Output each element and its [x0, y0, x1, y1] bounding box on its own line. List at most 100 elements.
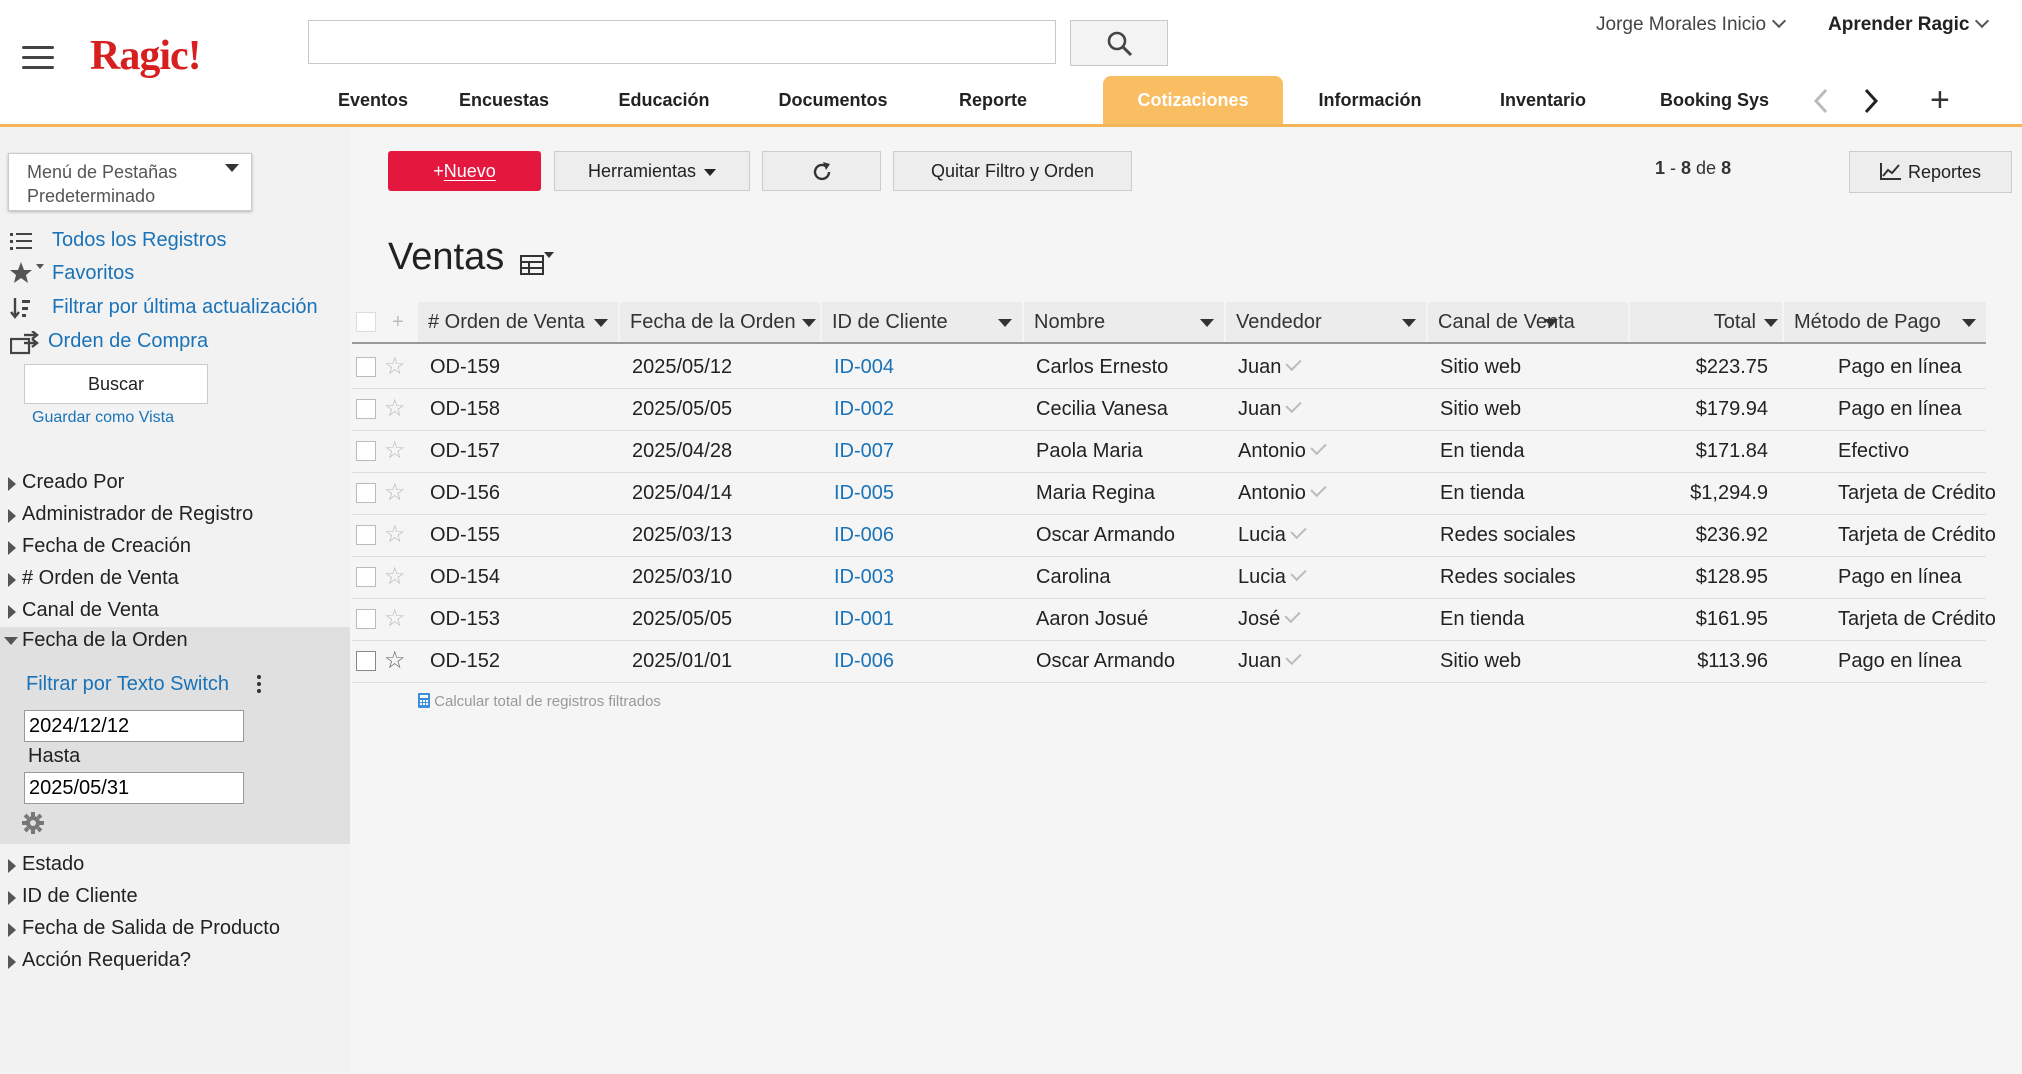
column-dropdown-icon[interactable]	[998, 319, 1012, 327]
tab-scroll-right-icon[interactable]	[1858, 86, 1882, 116]
calculate-total-link[interactable]: Calcular total de registros filtrados	[418, 693, 661, 710]
filter-fecha-creacion[interactable]: Fecha de Creación	[0, 531, 350, 563]
column-dropdown-icon[interactable]	[1764, 319, 1778, 327]
column-dropdown-icon[interactable]	[594, 319, 608, 327]
table-row[interactable]: ☆ OD-159 2025/05/12 ID-004 Carlos Ernesto Jua…	[352, 346, 1986, 389]
row-checkbox[interactable]	[356, 609, 376, 629]
favorite-star-icon[interactable]: ☆	[384, 563, 406, 591]
tab-informacion[interactable]: Información	[1300, 76, 1440, 124]
cell-id-cliente[interactable]: ID-006	[834, 640, 894, 682]
tab-scroll-left-icon[interactable]	[1810, 86, 1834, 116]
filter-funnel-icon[interactable]	[802, 319, 816, 327]
save-as-view-link[interactable]: Guardar como Vista	[32, 409, 174, 427]
tab-cotizaciones[interactable]: Cotizaciones	[1103, 76, 1283, 124]
learn-ragic-menu[interactable]: Aprender Ragic	[1828, 13, 1990, 36]
date-from-input[interactable]	[24, 710, 244, 742]
add-field-icon[interactable]: +	[392, 302, 404, 342]
add-tab-button[interactable]: +	[1930, 78, 1950, 122]
favorite-star-icon[interactable]: ☆	[384, 437, 406, 465]
filter-fecha-salida[interactable]: Fecha de Salida de Producto	[0, 913, 350, 945]
tab-eventos[interactable]: Eventos	[318, 76, 428, 124]
date-to-input[interactable]	[24, 772, 244, 804]
filter-orden-venta[interactable]: # Orden de Venta	[0, 563, 350, 595]
cell-metodo-pago-text: Pago en línea	[1838, 398, 1962, 420]
column-header-vendedor[interactable]: Vendedor	[1226, 302, 1426, 342]
cell-id-cliente[interactable]: ID-003	[834, 556, 894, 598]
favorite-star-icon[interactable]: ☆	[384, 479, 406, 507]
column-dropdown-icon[interactable]	[1962, 319, 1976, 327]
column-dropdown-icon[interactable]	[1402, 319, 1416, 327]
tab-encuestas[interactable]: Encuestas	[446, 76, 562, 124]
cell-id-cliente[interactable]: ID-005	[834, 472, 894, 514]
sidebar-item-last-update[interactable]: Filtrar por última actualización	[52, 296, 318, 319]
table-row[interactable]: ☆ OD-154 2025/03/10 ID-003 Carolina Lucia Rede…	[352, 556, 1986, 599]
search-input[interactable]	[308, 20, 1056, 64]
favorite-star-icon[interactable]: ☆	[384, 521, 406, 549]
column-header-id-cliente[interactable]: ID de Cliente	[822, 302, 1022, 342]
gear-icon[interactable]	[22, 812, 44, 839]
table-row[interactable]: ☆ OD-152 2025/01/01 ID-006 Oscar Armando Juan…	[352, 640, 1986, 683]
filter-fecha-orden[interactable]: Fecha de la Orden	[0, 625, 350, 657]
column-header-orden-venta[interactable]: # Orden de Venta	[418, 302, 618, 342]
row-checkbox[interactable]	[356, 357, 376, 377]
ragic-logo[interactable]: Ragic!	[90, 32, 202, 80]
filter-estado[interactable]: Estado	[0, 849, 350, 881]
tab-menu-select[interactable]: Menú de Pestañas Predeterminado	[8, 153, 252, 211]
search-button[interactable]	[1070, 20, 1168, 66]
cell-id-cliente[interactable]: ID-004	[834, 346, 894, 388]
table-row[interactable]: ☆ OD-158 2025/05/05 ID-002 Cecilia Vanesa Jua…	[352, 388, 1986, 431]
filter-creado-por[interactable]: Creado Por	[0, 467, 350, 499]
cell-id-cliente[interactable]: ID-007	[834, 430, 894, 472]
filter-administrador[interactable]: Administrador de Registro	[0, 499, 350, 531]
filter-id-cliente[interactable]: ID de Cliente	[0, 881, 350, 913]
sidebar-item-favorites[interactable]: Favoritos	[52, 262, 134, 285]
row-checkbox[interactable]	[356, 441, 376, 461]
column-dropdown-icon[interactable]	[1544, 319, 1558, 327]
tab-educacion[interactable]: Educación	[602, 76, 726, 124]
column-header-metodo-pago[interactable]: Método de Pago	[1784, 302, 1986, 342]
tab-inventario[interactable]: Inventario	[1488, 76, 1598, 124]
column-header-nombre[interactable]: Nombre	[1024, 302, 1224, 342]
tab-reporte[interactable]: Reporte	[938, 76, 1048, 124]
hamburger-menu-icon[interactable]	[22, 46, 54, 72]
favorite-star-icon[interactable]: ☆	[384, 395, 406, 423]
tools-dropdown-button[interactable]: Herramientas	[554, 151, 750, 191]
column-dropdown-icon[interactable]	[1200, 319, 1214, 327]
tab-booking[interactable]: Booking Sys	[1660, 76, 1778, 124]
user-menu[interactable]: Jorge Morales Inicio	[1596, 13, 1787, 36]
table-row[interactable]: ☆ OD-155 2025/03/13 ID-006 Oscar Armando Luci…	[352, 514, 1996, 557]
refresh-button[interactable]	[762, 151, 881, 191]
cell-id-cliente[interactable]: ID-002	[834, 388, 894, 430]
row-checkbox[interactable]	[356, 525, 376, 545]
sidebar-item-purchase-order[interactable]: Orden de Compra	[48, 330, 208, 353]
filter-canal-venta[interactable]: Canal de Venta	[0, 595, 350, 627]
sidebar-item-all-records[interactable]: Todos los Registros	[52, 229, 227, 252]
table-view-icon[interactable]	[520, 250, 556, 281]
clear-filter-button[interactable]: Quitar Filtro y Orden	[893, 151, 1132, 191]
filter-text-switch-link[interactable]: Filtrar por Texto Switch	[26, 673, 229, 696]
check-icon	[1285, 354, 1303, 372]
column-header-fecha-orden[interactable]: Fecha de la Orden	[620, 302, 820, 342]
favorite-star-icon[interactable]: ☆	[384, 647, 406, 675]
tab-documentos[interactable]: Documentos	[768, 76, 898, 124]
search-filter-button[interactable]: Buscar	[24, 364, 208, 404]
favorite-star-icon[interactable]: ☆	[384, 605, 406, 633]
new-record-button[interactable]: +Nuevo	[388, 151, 541, 191]
favorite-star-icon[interactable]: ☆	[384, 353, 406, 381]
table-row[interactable]: ☆ OD-153 2025/05/05 ID-001 Aaron Josué José En…	[352, 598, 1996, 641]
cell-id-cliente[interactable]: ID-001	[834, 598, 894, 640]
favorites-star-icon[interactable]	[10, 261, 48, 292]
column-header-total[interactable]: Total	[1630, 302, 1782, 342]
row-checkbox[interactable]	[356, 651, 376, 671]
more-options-icon[interactable]	[254, 675, 264, 697]
reports-button[interactable]: Reportes	[1849, 151, 2012, 193]
table-row[interactable]: ☆ OD-156 2025/04/14 ID-005 Maria Regina Anton…	[352, 472, 1996, 515]
cell-id-cliente[interactable]: ID-006	[834, 514, 894, 556]
filter-accion-requerida[interactable]: Acción Requerida?	[0, 945, 350, 977]
row-checkbox[interactable]	[356, 399, 376, 419]
row-checkbox[interactable]	[356, 567, 376, 587]
row-checkbox[interactable]	[356, 483, 376, 503]
select-all-checkbox[interactable]	[356, 312, 376, 332]
column-header-canal-venta[interactable]: Canal de Venta	[1428, 302, 1628, 342]
table-row[interactable]: ☆ OD-157 2025/04/28 ID-007 Paola Maria Antoni…	[352, 430, 1986, 473]
